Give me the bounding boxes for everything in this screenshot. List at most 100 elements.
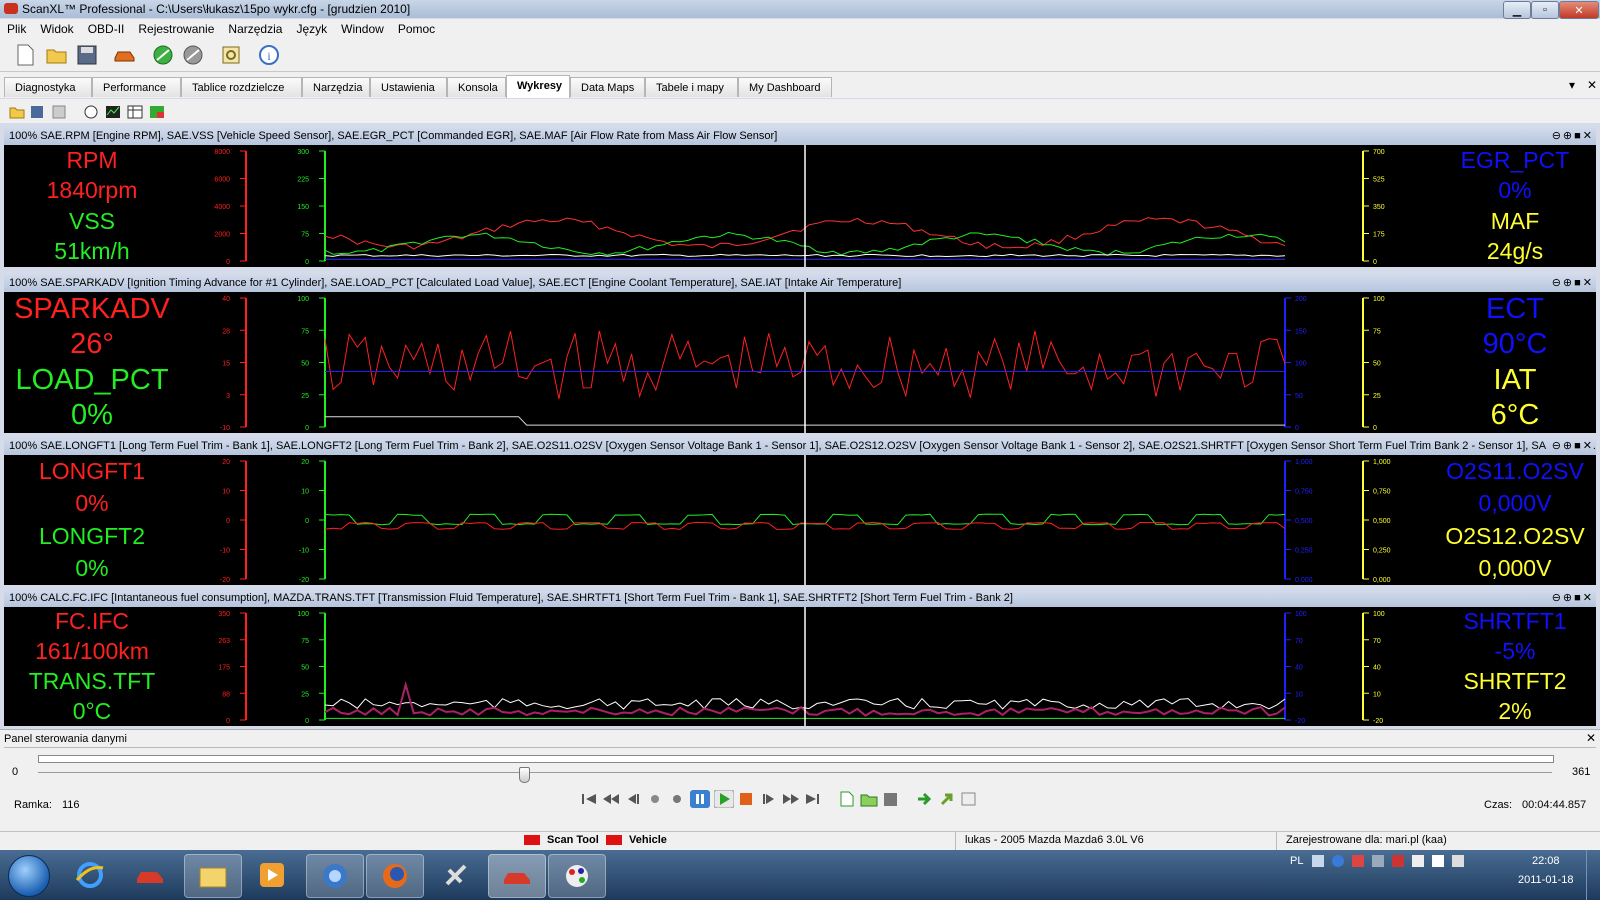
menu-window[interactable]: Window <box>334 22 391 36</box>
tray-flag-icon[interactable] <box>1392 855 1404 867</box>
connect-icon[interactable] <box>150 42 176 68</box>
tab-konsola[interactable]: Konsola <box>447 77 506 97</box>
fast-forward-icon[interactable] <box>782 791 800 807</box>
timeline-slider-thumb[interactable] <box>519 767 531 783</box>
clock-date[interactable]: 2011-01-18 <box>1518 874 1573 886</box>
graph-area[interactable]: 8000 6000 4000 2000 0 300 225 150 75 0 700 525 350 17… <box>4 145 1596 267</box>
menu-pomoc[interactable]: Pomoc <box>391 22 442 36</box>
panel-maximize-icon[interactable]: ■ <box>1574 277 1581 289</box>
timeline-track[interactable] <box>38 755 1554 763</box>
copy-chart-icon[interactable] <box>46 99 72 125</box>
graph-panel-header[interactable]: 100% SAE.SPARKADV [Ignition Timing Advan… <box>4 274 1596 292</box>
tray-device-icon[interactable] <box>1372 855 1384 867</box>
tray-network-icon[interactable] <box>1312 855 1324 867</box>
tray-alert-icon[interactable] <box>1352 855 1364 867</box>
menu-widok[interactable]: Widok <box>33 22 80 36</box>
panel-close-icon[interactable]: ✕ <box>1583 440 1592 452</box>
tab-close-icon[interactable]: ✕ <box>1587 78 1597 92</box>
tab-list-icon[interactable]: ▾ <box>1569 78 1575 92</box>
graph-canvas[interactable]: 8000 6000 4000 2000 0 300 225 150 75 0 700 525 350 17… <box>4 145 1596 267</box>
graph-area[interactable]: 20 10 0 -10 -20 20 10 0 -10 -20 1,000 0,750 0,500 0,2… <box>4 455 1596 585</box>
graph-panel-header[interactable]: 100% SAE.LONGFT1 [Long Term Fuel Trim - … <box>4 437 1596 455</box>
export-icon[interactable] <box>938 791 956 807</box>
new-file-icon[interactable] <box>12 42 38 68</box>
last-frame-icon[interactable] <box>804 791 822 807</box>
step-back-icon[interactable] <box>624 791 642 807</box>
pause-icon[interactable] <box>690 790 710 808</box>
tray-signal-icon[interactable] <box>1432 855 1444 867</box>
graph-panel-header[interactable]: 100% SAE.RPM [Engine RPM], SAE.VSS [Vehi… <box>4 127 1596 145</box>
map-icon[interactable] <box>144 99 170 125</box>
media-player-icon[interactable] <box>244 854 300 896</box>
language-indicator[interactable]: PL <box>1290 855 1303 867</box>
tab-wykresy[interactable]: Wykresy <box>506 75 570 98</box>
save-log-icon[interactable] <box>882 791 900 807</box>
firefox-icon[interactable] <box>366 854 424 898</box>
tray-volume-icon[interactable] <box>1452 855 1464 867</box>
start-button[interactable] <box>8 855 50 897</box>
new-log-icon[interactable] <box>838 791 856 807</box>
close-button[interactable]: ✕ <box>1559 1 1599 19</box>
step-forward-icon[interactable] <box>760 791 778 807</box>
tab-my-dashboard[interactable]: My Dashboard <box>738 77 832 97</box>
graph-area[interactable]: 350 263 175 88 0 100 75 50 25 0 100 70 40 10 -20 100 70 4… <box>4 607 1596 726</box>
first-frame-icon[interactable] <box>580 791 598 807</box>
panel-close-icon[interactable]: ✕ <box>1583 130 1592 142</box>
browser-icon[interactable] <box>306 854 364 898</box>
zoom-in-icon[interactable]: ⊕ <box>1563 592 1572 604</box>
data-control-close-icon[interactable]: ✕ <box>1586 731 1596 745</box>
rewind-icon[interactable] <box>602 791 620 807</box>
play-icon[interactable] <box>714 790 734 808</box>
zoom-in-icon[interactable]: ⊕ <box>1563 130 1572 142</box>
scanxl-task-icon[interactable] <box>488 854 546 898</box>
show-desktop-button[interactable] <box>1586 850 1600 900</box>
menu-narzedzia[interactable]: Narzędzia <box>221 22 289 36</box>
open-log-icon[interactable] <box>860 791 878 807</box>
zoom-in-icon[interactable]: ⊕ <box>1563 277 1572 289</box>
minimize-button[interactable]: ▁ <box>1503 1 1531 19</box>
save-icon[interactable] <box>74 42 100 68</box>
open-folder-icon[interactable] <box>44 42 70 68</box>
menu-jezyk[interactable]: Język <box>289 22 334 36</box>
graph-canvas[interactable]: 4028153-10100755025020015010050010075502… <box>4 292 1596 433</box>
clock-time[interactable]: 22:08 <box>1532 855 1560 867</box>
tab-data-maps[interactable]: Data Maps <box>570 77 645 97</box>
record-icon[interactable] <box>646 791 664 807</box>
panel-close-icon[interactable]: ✕ <box>1583 277 1592 289</box>
tray-bluetooth-icon[interactable] <box>1332 855 1344 867</box>
tab-ustawienia[interactable]: Ustawienia <box>370 77 447 97</box>
panel-maximize-icon[interactable]: ■ <box>1574 592 1581 604</box>
explorer-icon[interactable] <box>184 854 242 898</box>
graph-canvas[interactable]: 20 10 0 -10 -20 20 10 0 -10 -20 1,000 0,750 0,500 0,2… <box>4 455 1596 585</box>
import-icon[interactable] <box>916 791 934 807</box>
ie-icon[interactable] <box>62 854 118 896</box>
settings-icon[interactable] <box>218 42 244 68</box>
zoom-out-icon[interactable]: ⊖ <box>1552 440 1561 452</box>
stop-icon[interactable] <box>738 791 756 807</box>
zoom-out-icon[interactable]: ⊖ <box>1552 130 1561 142</box>
panel-maximize-icon[interactable]: ■ <box>1574 130 1581 142</box>
disconnect-icon[interactable] <box>180 42 206 68</box>
paint-icon[interactable] <box>548 854 606 898</box>
tab-tablice[interactable]: Tablice rozdzielcze <box>181 77 302 97</box>
menu-obd[interactable]: OBD-II <box>81 22 132 36</box>
vehicle-icon[interactable] <box>112 42 138 68</box>
menu-plik[interactable]: Plik <box>0 22 33 36</box>
tab-tabele[interactable]: Tabele i mapy <box>645 77 738 97</box>
tool-app-icon[interactable] <box>428 854 484 896</box>
graph-panel-header[interactable]: 100% CALC.FC.IFC [Intantaneous fuel cons… <box>4 589 1596 607</box>
zoom-out-icon[interactable]: ⊖ <box>1552 592 1561 604</box>
car-app-icon[interactable] <box>122 854 178 896</box>
menu-rejestrowanie[interactable]: Rejestrowanie <box>131 22 221 36</box>
tab-diagnostyka[interactable]: Diagnostyka <box>4 77 92 97</box>
stop-small-icon[interactable] <box>668 791 686 807</box>
graph-area[interactable]: 40 28 15 3 -10 100 75 50 25 0 200 150 100 50 0 100 75 50 2… <box>4 292 1596 433</box>
maximize-button[interactable]: ▫ <box>1531 1 1559 19</box>
graph-canvas[interactable]: 350 263 175 88 0 100 75 50 25 0 100 70 40 10 -20 100 70 4… <box>4 607 1596 726</box>
tab-narzedzia[interactable]: Narzędzia <box>302 77 370 97</box>
panel-maximize-icon[interactable]: ■ <box>1574 440 1581 452</box>
info-icon[interactable]: i <box>256 42 282 68</box>
properties-icon[interactable] <box>960 791 978 807</box>
zoom-in-icon[interactable]: ⊕ <box>1563 440 1572 452</box>
panel-close-icon[interactable]: ✕ <box>1583 592 1592 604</box>
